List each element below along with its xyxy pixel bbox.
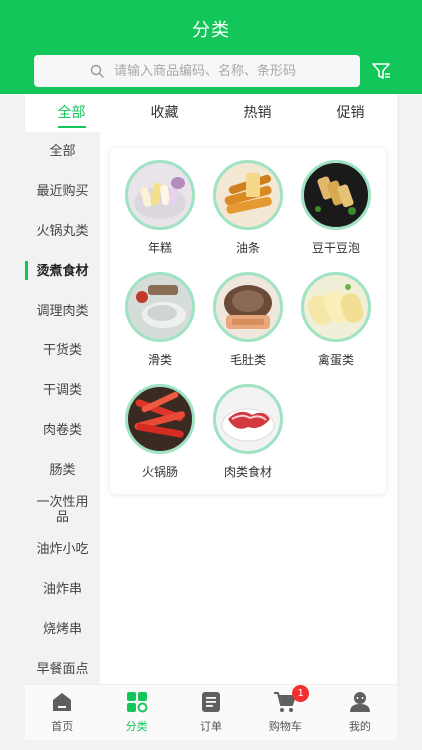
sidebar-item-hotpot-balls[interactable]: 火锅丸类 [25, 212, 100, 252]
tab-promotion[interactable]: 促销 [304, 94, 397, 132]
category-icon [126, 692, 148, 713]
sidebar-item-breakfast[interactable]: 早餐面点 [25, 649, 100, 684]
sausage-photo [125, 384, 195, 454]
sidebar-item-boiling-ingredients[interactable]: 烫煮食材 [25, 251, 100, 291]
subcategory-label: 禽蛋类 [317, 353, 354, 367]
subcategory-card: 年糕 油条 豆干豆泡 滑类 毛肚类 禽蛋类 火锅肠 肉类食材 [110, 148, 386, 494]
tab-favorites[interactable]: 收藏 [118, 94, 211, 132]
sidebar-item-disposables[interactable]: 一次性用品 [25, 490, 100, 530]
subcategory-egg[interactable]: 禽蛋类 [292, 272, 380, 368]
tabbar-home[interactable]: 首页 [25, 685, 99, 740]
tabbar-label: 首页 [51, 720, 74, 733]
subcategory-label: 滑类 [147, 353, 172, 367]
header-bar: 分类 [0, 0, 422, 94]
tab-all[interactable]: 全部 [25, 94, 118, 132]
category-sidebar: 全部 最近购买 火锅丸类 烫煮食材 调理肉类 干货类 干调类 肉卷类 肠类 一次… [25, 132, 100, 684]
subcategory-meat[interactable]: 肉类食材 [204, 384, 292, 480]
sidebar-item-dry-seasoning[interactable]: 干调类 [25, 371, 100, 411]
search-box[interactable] [34, 55, 360, 87]
tabbar-category[interactable]: 分类 [99, 685, 173, 740]
subcategory-label: 火锅肠 [141, 465, 178, 479]
tab-hot[interactable]: 热销 [211, 94, 304, 132]
order-icon [202, 692, 221, 712]
sidebar-item-dry-goods[interactable]: 干货类 [25, 331, 100, 371]
bottom-tab-bar: 首页 分类 订单 1 购物车 我的 [25, 684, 397, 740]
subcategory-tofu-puff[interactable]: 豆干豆泡 [292, 160, 380, 256]
rice-cake-photo [125, 160, 195, 230]
tabbar-label: 购物车 [268, 720, 302, 733]
home-icon [53, 693, 72, 711]
sidebar-item-fried-skewers[interactable]: 油炸串 [25, 570, 100, 610]
tabbar-label: 我的 [348, 720, 371, 733]
subcategory-fried-dough[interactable]: 油条 [204, 160, 292, 256]
sidebar-item-seasoned-meat[interactable]: 调理肉类 [25, 291, 100, 331]
tabbar-mine[interactable]: 我的 [323, 685, 397, 740]
fried-dough-photo [213, 160, 283, 230]
subcategory-label: 年糕 [147, 241, 172, 255]
sidebar-item-recent[interactable]: 最近购买 [25, 172, 100, 212]
search-input[interactable] [114, 63, 304, 79]
category-content: 年糕 油条 豆干豆泡 滑类 毛肚类 禽蛋类 火锅肠 肉类食材 [100, 132, 397, 684]
meat-photo [213, 384, 283, 454]
sidebar-item-bbq-skewers[interactable]: 烧烤串 [25, 610, 100, 650]
egg-photo [301, 272, 371, 342]
subcategory-label: 肉类食材 [223, 465, 272, 479]
filter-tabs: 全部 收藏 热销 促销 [25, 94, 397, 132]
paste-photo [125, 272, 195, 342]
subcategory-hotpot-sausage[interactable]: 火锅肠 [116, 384, 204, 480]
cart-badge: 1 [292, 685, 310, 702]
page-title: 分类 [192, 20, 230, 41]
subcategory-label: 油条 [235, 241, 260, 255]
subcategory-rice-cake[interactable]: 年糕 [116, 160, 204, 256]
tabbar-cart[interactable]: 1 购物车 [248, 685, 322, 740]
filter-icon[interactable] [370, 60, 392, 82]
subcategory-label: 毛肚类 [229, 353, 266, 367]
subcategory-tripe[interactable]: 毛肚类 [204, 272, 292, 368]
subcategory-label: 豆干豆泡 [311, 241, 360, 255]
tabbar-orders[interactable]: 订单 [174, 685, 248, 740]
search-icon [90, 64, 104, 78]
subcategory-paste[interactable]: 滑类 [116, 272, 204, 368]
tabbar-label: 订单 [200, 720, 223, 733]
tripe-photo [213, 272, 283, 342]
sidebar-item-meat-rolls[interactable]: 肉卷类 [25, 411, 100, 451]
sidebar-item-fried-snacks[interactable]: 油炸小吃 [25, 530, 100, 570]
tofu-puff-photo [301, 160, 371, 230]
sidebar-item-sausages[interactable]: 肠类 [25, 450, 100, 490]
tabbar-label: 分类 [125, 720, 148, 733]
user-icon [349, 692, 370, 712]
sidebar-item-all[interactable]: 全部 [25, 132, 100, 172]
